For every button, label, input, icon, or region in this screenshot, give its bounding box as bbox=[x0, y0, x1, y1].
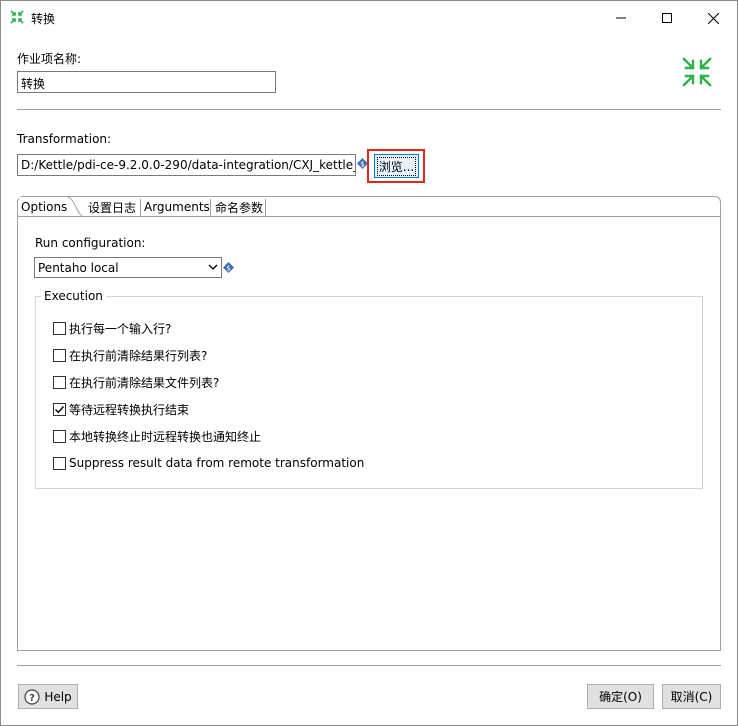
execution-group-title: Execution bbox=[41, 289, 106, 303]
divider-top bbox=[17, 109, 721, 110]
checkbox-label: 本地转换终止时远程转换也通知终止 bbox=[69, 429, 262, 444]
minimize-icon bbox=[616, 17, 626, 19]
run-configuration-value: Pentaho local bbox=[38, 260, 119, 275]
help-button-label: Help bbox=[44, 689, 72, 704]
browse-button-label: 浏览... bbox=[376, 156, 417, 176]
help-button[interactable]: ? Help bbox=[18, 684, 78, 709]
browse-button[interactable]: 浏览... bbox=[374, 154, 419, 178]
chevron-down-icon bbox=[208, 264, 218, 270]
run-configuration-select[interactable]: Pentaho local bbox=[34, 257, 222, 278]
checkbox-box[interactable] bbox=[53, 321, 66, 335]
close-icon bbox=[707, 12, 719, 24]
checkbox-clear-result-files[interactable]: 在执行前清除结果文件列表? bbox=[53, 374, 219, 390]
checkbox-label: Suppress result data from remote transfo… bbox=[69, 456, 365, 470]
checkbox-label: 执行每一个输入行? bbox=[69, 321, 172, 336]
ok-button-label: 确定(O) bbox=[599, 690, 642, 704]
help-icon: ? bbox=[24, 688, 40, 705]
checkbox-notify-remote-stop[interactable]: 本地转换终止时远程转换也通知终止 bbox=[53, 428, 261, 444]
tab-arguments-label: Arguments bbox=[144, 200, 210, 214]
checkbox-execute-every-row[interactable]: 执行每一个输入行? bbox=[53, 320, 171, 336]
tab-options-label: Options bbox=[21, 200, 68, 214]
checkbox-box[interactable] bbox=[53, 348, 66, 362]
checkbox-wait-remote-finish[interactable]: 等待远程转换执行结束 bbox=[53, 401, 189, 417]
svg-text:$: $ bbox=[226, 264, 230, 272]
tab-arguments[interactable]: Arguments bbox=[142, 197, 212, 217]
checkbox-label: 在执行前清除结果文件列表? bbox=[69, 375, 220, 390]
checkbox-clear-result-rows[interactable]: 在执行前清除结果行列表? bbox=[53, 347, 207, 363]
tab-separator bbox=[265, 199, 266, 216]
checkbox-suppress-result-data[interactable]: Suppress result data from remote transfo… bbox=[53, 455, 364, 471]
tab-separator bbox=[140, 199, 141, 216]
svg-text:?: ? bbox=[29, 693, 35, 704]
tab-options-curve bbox=[67, 197, 85, 217]
variable-diamond-icon: $ bbox=[223, 262, 234, 273]
checkbox-label: 在执行前清除结果行列表? bbox=[69, 348, 208, 363]
tab-logging[interactable]: 设置日志 bbox=[86, 197, 138, 217]
checkbox-box[interactable] bbox=[53, 429, 66, 443]
checkbox-box[interactable] bbox=[53, 456, 66, 470]
cancel-button[interactable]: 取消(C) bbox=[662, 684, 721, 709]
checkbox-label: 等待远程转换执行结束 bbox=[69, 402, 190, 417]
checkmark-icon bbox=[55, 405, 65, 413]
tab-logging-label: 设置日志 bbox=[88, 200, 137, 215]
svg-text:$: $ bbox=[360, 160, 364, 168]
divider-bottom bbox=[17, 665, 721, 666]
transformation-path-input[interactable]: D:/Kettle/pdi-ce-9.2.0.0-290/data-integr… bbox=[17, 154, 356, 176]
transformation-logo-icon bbox=[682, 57, 712, 87]
tab-panel-top-border bbox=[85, 216, 721, 217]
run-configuration-label: Run configuration: bbox=[35, 236, 146, 250]
checkbox-box-checked[interactable] bbox=[53, 402, 66, 416]
transformation-app-icon bbox=[10, 10, 24, 24]
ok-button[interactable]: 确定(O) bbox=[587, 684, 654, 709]
maximize-icon bbox=[662, 13, 672, 23]
window-title: 转换 bbox=[31, 12, 56, 26]
cancel-button-label: 取消(C) bbox=[670, 690, 713, 704]
job-entry-name-input[interactable]: 转换 bbox=[17, 71, 276, 93]
title-bar: 转换 bbox=[1, 1, 737, 35]
transformation-label: Transformation: bbox=[17, 132, 112, 146]
tab-separator bbox=[210, 199, 211, 216]
maximize-button[interactable] bbox=[644, 1, 690, 35]
minimize-button[interactable] bbox=[598, 1, 644, 35]
tab-named-parameters-label: 命名参数 bbox=[215, 200, 264, 215]
checkbox-box[interactable] bbox=[53, 375, 66, 389]
tab-options[interactable]: Options bbox=[19, 197, 70, 217]
dialog-window: 转换 作业项名称: 转换 Transformation: D:/Kettle/p… bbox=[0, 0, 738, 726]
tab-named-parameters[interactable]: 命名参数 bbox=[213, 197, 265, 217]
job-entry-name-label: 作业项名称: bbox=[17, 52, 82, 66]
close-button[interactable] bbox=[690, 1, 736, 35]
